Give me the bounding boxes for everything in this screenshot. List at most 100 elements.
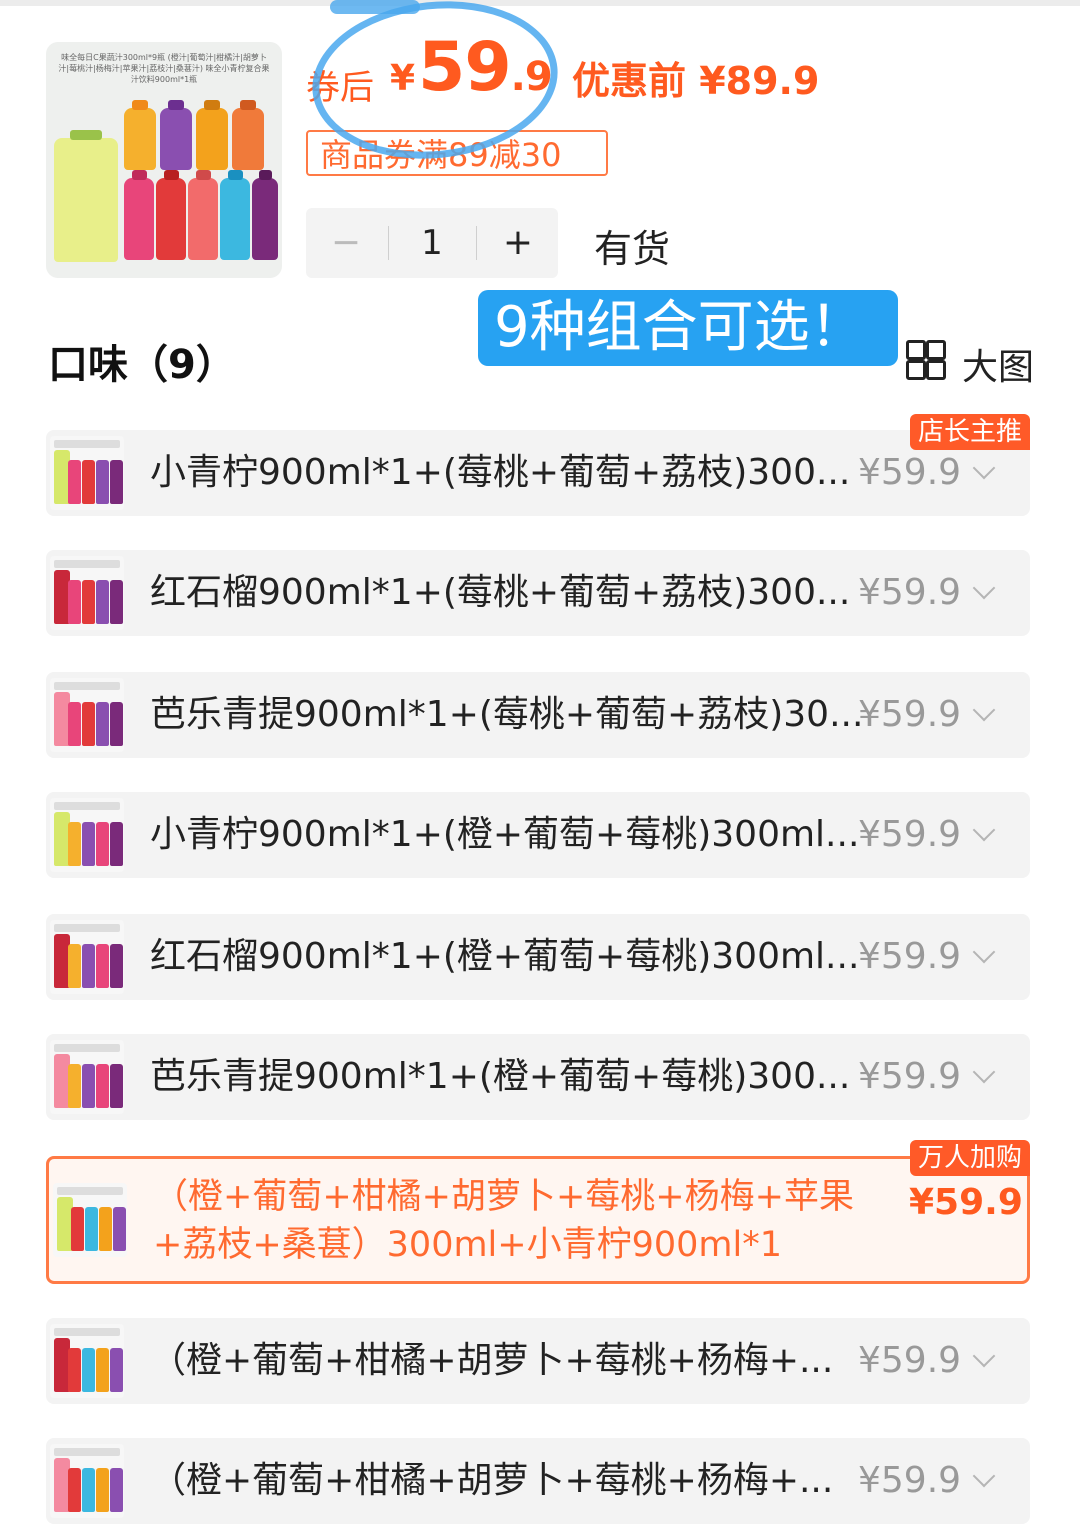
option-label: 红石榴900ml*1+(橙+葡萄+莓桃)300ml... [150,936,860,977]
flavor-option-selected[interactable]: （橙+葡萄+柑橘+胡萝卜+莓桃+杨梅+苹果+荔枝+桑葚）300ml+小青柠900… [46,1140,1030,1284]
chevron-down-icon[interactable] [972,940,996,964]
thumbnail-caption: 味全每日C果蔬汁300ml*9瓶 (橙汁|葡萄汁|柑橘汁|胡萝卜汁|莓桃汁|杨梅… [58,53,270,84]
chevron-down-icon[interactable] [972,456,996,480]
bottle-image [220,170,250,260]
option-thumbnail [50,678,124,752]
option-badge: 万人加购 [909,1140,1030,1176]
bottle-image [82,1064,95,1108]
increment-button[interactable]: + [478,208,558,278]
bottle-image [96,702,109,746]
option-thumbnail [50,1040,124,1114]
thumbnail-caption-bar [54,682,120,690]
bottle-image [124,100,156,170]
bottle-image [82,580,95,624]
option-price: ¥59.9 [858,694,962,735]
flavor-section-title: 口味（9） [48,342,236,388]
decrement-button[interactable]: − [306,208,386,278]
bottle-image [110,460,123,504]
flavor-option[interactable]: 红石榴900ml*1+(莓桃+葡萄+荔枝)300... ¥59.9 [46,550,1030,636]
chevron-down-icon[interactable] [972,698,996,722]
bottle-image [113,1207,126,1251]
bottle-image [68,1468,81,1512]
flavor-option[interactable]: （橙+葡萄+柑橘+胡萝卜+莓桃+杨梅+... ¥59.9 [46,1318,1030,1404]
bottle-image [96,1348,109,1392]
option-thumbnail [53,1183,127,1257]
chevron-down-icon[interactable] [972,818,996,842]
bottle-image [160,100,192,170]
flavor-option[interactable]: 小青柠900ml*1+(橙+葡萄+莓桃)300ml... ¥59.9 [46,792,1030,878]
bottle-image [96,1064,109,1108]
option-price: ¥59.9 [858,1460,962,1501]
option-thumbnail [50,436,124,510]
bottle-image [156,170,186,260]
thumbnail-caption-bar [54,924,120,932]
large-image-label: 大图 [962,347,1035,388]
quantity-value[interactable]: 1 [394,208,470,278]
option-thumbnail [50,920,124,994]
chevron-down-icon[interactable] [972,1060,996,1084]
bottle-image [71,1207,84,1251]
stepper-divider [388,226,389,260]
bottle-image [110,1468,123,1512]
option-label: （橙+葡萄+柑橘+胡萝卜+莓桃+杨梅+... [150,1340,834,1381]
thumbnail-caption-bar [54,1328,120,1336]
option-price: ¥59.9 [858,1340,962,1381]
bottle-image [96,580,109,624]
flavor-option[interactable]: （橙+葡萄+柑橘+胡萝卜+莓桃+杨梅+... ¥59.9 [46,1438,1030,1524]
flavor-option[interactable]: 小青柠900ml*1+(莓桃+葡萄+荔枝)300... ¥59.9 店长主推 [46,414,1030,516]
bottle-image [196,100,228,170]
thumbnail-caption-bar [54,1044,120,1052]
option-thumbnail [50,798,124,872]
option-label: （橙+葡萄+柑橘+胡萝卜+莓桃+杨梅+苹果+荔枝+桑葚）300ml+小青柠900… [153,1177,854,1265]
option-label: （橙+葡萄+柑橘+胡萝卜+莓桃+杨梅+... [150,1460,834,1501]
bottle-image [82,822,95,866]
bottle-image [85,1207,98,1251]
option-price: ¥59.9 [858,936,962,977]
chevron-down-icon[interactable] [972,1344,996,1368]
bottle-image [110,1348,123,1392]
bottle-image [110,822,123,866]
bottle-image [82,1468,95,1512]
bottle-image [96,944,109,988]
product-thumbnail[interactable]: 味全每日C果蔬汁300ml*9瓶 (橙汁|葡萄汁|柑橘汁|胡萝卜汁|莓桃汁|杨梅… [46,42,282,278]
option-thumbnail [50,1324,124,1398]
flavor-option[interactable]: 芭乐青提900ml*1+(橙+葡萄+莓桃)300... ¥59.9 [46,1034,1030,1120]
chevron-down-icon[interactable] [972,1464,996,1488]
chevron-down-icon[interactable] [972,576,996,600]
option-price: ¥59.9 [909,1182,1023,1223]
option-price: ¥59.9 [858,814,962,855]
bottle-image [68,580,81,624]
option-thumbnail [50,556,124,630]
stock-status: 有货 [594,227,671,271]
bottle-image [99,1207,112,1251]
bottle-image [110,944,123,988]
option-price: ¥59.9 [858,572,962,613]
thumbnail-caption-bar [54,802,120,810]
quantity-stepper: − 1 + [306,208,558,278]
grid-icon [906,340,946,380]
bottle-image [96,460,109,504]
option-label: 小青柠900ml*1+(橙+葡萄+莓桃)300ml... [150,814,860,855]
bottle-image [82,460,95,504]
bottle-image [82,702,95,746]
promo-banner: 9种组合可选！ [478,290,898,366]
bottle-image [54,130,118,262]
bottle-image [68,1064,81,1108]
flavor-option[interactable]: 红石榴900ml*1+(橙+葡萄+莓桃)300ml... ¥59.9 [46,914,1030,1000]
bottle-image [68,702,81,746]
option-label: 红石榴900ml*1+(莓桃+葡萄+荔枝)300... [150,572,851,613]
bottle-image [96,822,109,866]
bottle-image [110,580,123,624]
bottle-image [68,944,81,988]
bottle-image [188,170,218,260]
thumbnail-caption-bar [54,440,120,448]
bottle-image [96,1468,109,1512]
bottle-image [110,1064,123,1108]
bottle-image [68,1348,81,1392]
option-price: ¥59.9 [858,1056,962,1097]
bottle-image [110,702,123,746]
bottle-image [68,822,81,866]
bottle-image [82,1348,95,1392]
flavor-option[interactable]: 芭乐青提900ml*1+(莓桃+葡萄+荔枝)30... ¥59.9 [46,672,1030,758]
thumbnail-caption-bar [54,1448,120,1456]
